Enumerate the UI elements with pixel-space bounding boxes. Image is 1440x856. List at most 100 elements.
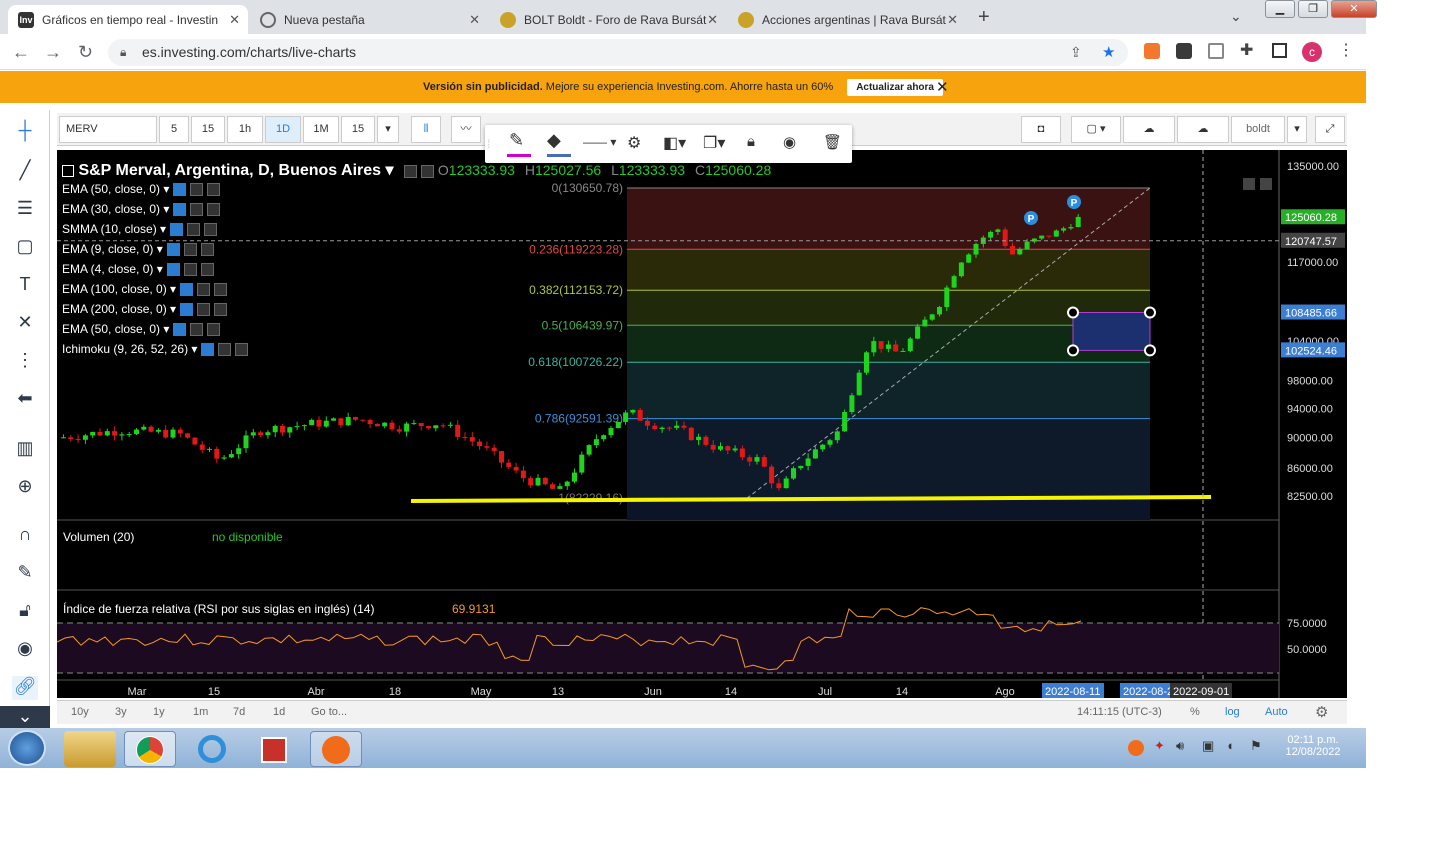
indicator-label[interactable]: EMA (50, close, 0) [62,182,160,196]
remove-icon[interactable] [214,303,228,317]
auto-toggle[interactable]: Auto [1265,706,1288,718]
line-style-select[interactable]: —— ▾ [583,135,616,149]
lock-icon[interactable]: 🔓︎ [12,600,38,624]
indicator-label[interactable]: EMA (50, close, 0) [62,322,160,336]
remove-icon[interactable] [200,243,214,257]
close-banner-icon[interactable]: ✕ [936,78,949,96]
pencil-icon[interactable]: ✎ [509,130,524,151]
minimize-button[interactable]: ▁ [1265,0,1295,18]
settings-icon[interactable] [190,183,204,197]
clone-icon[interactable]: ❐▾ [703,133,725,153]
indicator-label[interactable]: EMA (9, close, 0) [62,242,153,256]
link-icon[interactable]: 🔗︎ [12,676,38,700]
settings-icon[interactable] [421,164,434,178]
close-tab-icon[interactable]: ✕ [469,12,480,28]
back-arrow-icon[interactable]: ⬅ [12,388,38,412]
eye-icon[interactable] [201,343,215,357]
user-dropdown-icon[interactable]: ▾ [1287,116,1307,143]
interval-15[interactable]: 15 [191,116,225,143]
fib-tools-icon[interactable]: ⋮ [12,350,38,374]
eye-icon[interactable] [173,203,187,217]
indicator-label[interactable]: Ichimoku (9, 26, 52, 26) [62,342,188,356]
eye-icon[interactable]: ◉ [12,638,38,662]
interval-5[interactable]: 5 [159,116,189,143]
rectangle-icon[interactable]: ▢ [12,236,38,260]
close-tab-icon[interactable]: ✕ [229,12,240,28]
percent-toggle[interactable]: % [1190,706,1200,718]
pattern-icon[interactable]: ✕ [12,312,38,336]
settings-icon[interactable] [197,283,211,297]
symbol-input[interactable]: MERV [59,116,157,143]
indicator-row[interactable]: EMA (50, close, 0) ▾ [62,322,221,337]
cloud-load-icon[interactable]: ☁ [1123,116,1175,143]
candles-icon[interactable]: ⫴ [411,116,441,143]
indicator-row[interactable]: EMA (100, close, 0) ▾ [62,282,228,297]
eye-icon[interactable] [173,183,187,197]
side-panel-icon[interactable] [1272,43,1287,58]
extension-copy-icon[interactable] [1208,43,1224,59]
range-1d[interactable]: 1d [273,706,285,718]
indicator-row[interactable]: EMA (4, close, 0) ▾ [62,262,214,277]
tray-avast-icon[interactable] [1128,740,1144,756]
layout-select[interactable]: ▢ ▾ [1071,116,1121,143]
app-taskbar-icon[interactable] [248,731,300,767]
close-window-button[interactable]: ✕ [1331,0,1377,18]
log-toggle[interactable]: log [1225,706,1240,718]
horizontal-lines-icon[interactable]: ☰ [12,198,38,222]
indicator-row[interactable]: SMMA (10, close) ▾ [62,222,218,237]
ie-taskbar-icon[interactable] [186,731,238,767]
legend-title[interactable]: S&P Merval, Argentina, D, Buenos Aires [78,162,381,179]
profile-avatar[interactable]: c [1302,42,1322,62]
collapse-legend-icon[interactable] [62,164,74,177]
tab-search-chevron-icon[interactable]: ⌄ [1230,8,1242,25]
tray-speaker-icon[interactable]: ◖ [1226,738,1234,753]
interval-1h[interactable]: 1h [227,116,263,143]
indicator-row[interactable]: EMA (50, close, 0) ▾ [62,182,221,197]
indicator-label[interactable]: SMMA (10, close) [62,222,157,236]
range-7d[interactable]: 7d [233,706,245,718]
avast-taskbar-icon[interactable] [310,731,362,767]
file-explorer-icon[interactable] [64,731,116,767]
settings-icon[interactable] [183,263,197,277]
interval-custom[interactable]: 15 [341,116,375,143]
menu-dots-icon[interactable]: ⋮ [1338,40,1354,60]
tray-network-icon[interactable]: ▣ [1202,738,1214,754]
indicator-label[interactable]: EMA (200, close, 0) [62,302,167,316]
settings-gear-icon[interactable]: ⚙ [1315,703,1328,721]
crosshair-icon[interactable]: ┼ [12,120,38,144]
remove-icon[interactable] [214,283,228,297]
range-3y[interactable]: 3y [115,706,127,718]
forecast-icon[interactable]: ▥ [12,438,38,462]
range-1y[interactable]: 1y [153,706,165,718]
tray-clock[interactable]: 02:11 p.m. 12/08/2022 [1282,734,1344,758]
indicator-row[interactable]: Ichimoku (9, 26, 52, 26) ▾ [62,342,249,357]
fill-bucket-icon[interactable]: ◆ [547,130,561,151]
lock-icon[interactable]: 🔒︎ [747,133,755,150]
remove-icon[interactable] [207,323,221,337]
settings-icon[interactable] [183,243,197,257]
chrome-taskbar-icon[interactable] [124,731,176,767]
settings-icon[interactable] [187,223,201,237]
back-arrow-icon[interactable]: ← [12,42,30,63]
chart-svg[interactable]: 0(130650.78) 0.236(119223.28) 0.382(112153… [56,150,1347,698]
trash-icon[interactable]: 🗑︎ [823,133,842,151]
lock-drawings-icon[interactable]: ✎ [12,562,38,586]
indicator-row[interactable]: EMA (9, close, 0) ▾ [62,242,214,257]
eye-icon[interactable] [166,263,180,277]
indicator-row[interactable]: EMA (200, close, 0) ▾ [62,302,228,317]
camera-icon[interactable]: ◘ [1021,116,1061,143]
range-1m[interactable]: 1m [193,706,208,718]
interval-1m[interactable]: 1M [303,116,339,143]
tab-rava-foro[interactable]: BOLT Boldt - Foro de Rava Bursát ✕ [490,5,726,34]
eye-icon[interactable] [180,303,194,317]
extension-icon[interactable] [1144,43,1160,59]
magnet-icon[interactable]: ∩ [12,524,38,548]
settings-icon[interactable] [218,343,232,357]
close-tab-icon[interactable]: ✕ [947,12,958,28]
remove-icon[interactable] [207,203,221,217]
eye-icon[interactable] [166,243,180,257]
settings-icon[interactable] [190,203,204,217]
tab-rava-acciones[interactable]: Acciones argentinas | Rava Bursát ✕ [728,5,966,34]
close-tab-icon[interactable]: ✕ [707,12,718,28]
upgrade-now-button[interactable]: Actualizar ahora [847,78,943,96]
